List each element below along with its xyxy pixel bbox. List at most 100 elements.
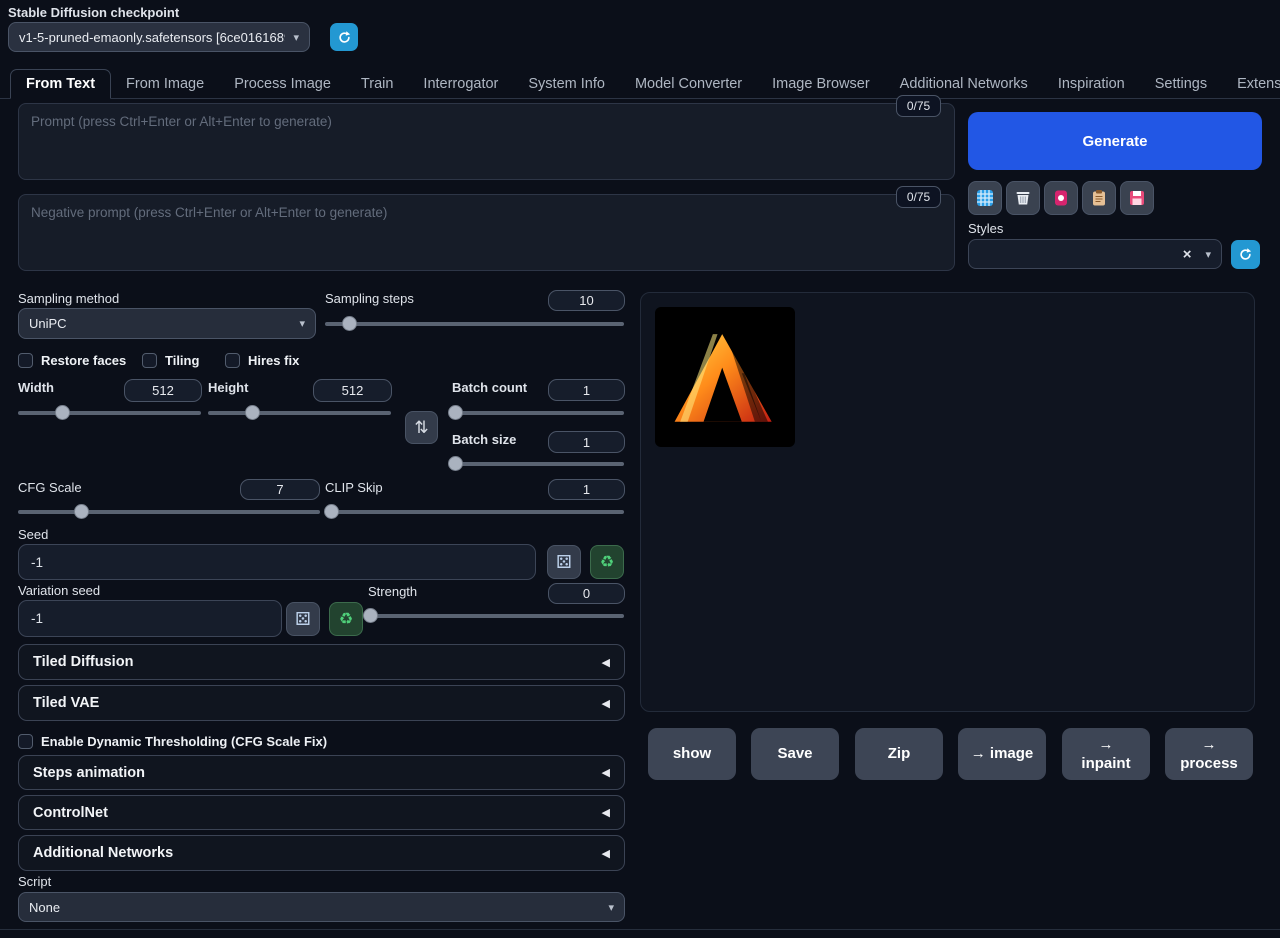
cfg-scale-value[interactable]: 7 <box>240 479 320 500</box>
accordion-title: Additional Networks <box>33 845 173 861</box>
style-apply-button[interactable] <box>1044 181 1078 215</box>
slider-track <box>208 411 391 415</box>
random-variation-seed-button[interactable]: ⚄ <box>286 602 320 636</box>
recycle-icon: ♻ <box>339 609 353 629</box>
reuse-seed-button[interactable]: ♻ <box>590 545 624 579</box>
extra-networks-button[interactable] <box>968 181 1002 215</box>
variation-seed-label: Variation seed <box>18 583 100 598</box>
script-select[interactable]: None ▾ <box>18 892 625 922</box>
generated-image-thumbnail[interactable] <box>655 307 795 447</box>
random-seed-button[interactable]: ⚄ <box>547 545 581 579</box>
restore-faces-checkbox[interactable]: Restore faces <box>18 353 126 368</box>
style-card-icon <box>1052 189 1070 207</box>
collapse-icon: ◀ <box>602 697 610 710</box>
sampling-steps-slider[interactable] <box>325 316 624 331</box>
steps-animation-accordion[interactable]: Steps animation ◀ <box>18 755 625 790</box>
strength-slider[interactable] <box>365 608 624 623</box>
batch-size-value[interactable]: 1 <box>548 431 625 453</box>
sampling-steps-value[interactable]: 10 <box>548 290 625 311</box>
clip-skip-value[interactable]: 1 <box>548 479 625 500</box>
paste-button[interactable] <box>1082 181 1116 215</box>
swap-dimensions-button[interactable]: ⇅ <box>405 411 438 444</box>
collapse-icon: ◀ <box>602 766 610 779</box>
styles-refresh-button[interactable] <box>1231 240 1260 269</box>
slider-handle[interactable] <box>324 504 339 519</box>
controlnet-accordion[interactable]: ControlNet ◀ <box>18 795 625 830</box>
slider-handle[interactable] <box>363 608 378 623</box>
cfg-scale-label: CFG Scale <box>18 480 82 495</box>
dynamic-thresholding-checkbox[interactable]: Enable Dynamic Thresholding (CFG Scale F… <box>18 734 327 749</box>
tab-from-text[interactable]: From Text <box>10 69 111 99</box>
batch-count-value[interactable]: 1 <box>548 379 625 401</box>
reuse-variation-seed-button[interactable]: ♻ <box>329 602 363 636</box>
send-to-inpaint-button[interactable]: → inpaint <box>1062 728 1150 780</box>
tab-extensions[interactable]: Extensions <box>1222 70 1280 98</box>
tiling-checkbox[interactable]: Tiling <box>142 353 199 368</box>
collapse-icon: ◀ <box>602 656 610 669</box>
clear-prompt-button[interactable] <box>1006 181 1040 215</box>
save-button[interactable]: Save <box>751 728 839 780</box>
slider-handle[interactable] <box>342 316 357 331</box>
show-button[interactable]: show <box>648 728 736 780</box>
sampling-method-select[interactable]: UniPC ▾ <box>18 308 316 339</box>
tab-interrogator[interactable]: Interrogator <box>408 70 513 98</box>
zip-button[interactable]: Zip <box>855 728 943 780</box>
batch-count-label: Batch count <box>452 380 527 395</box>
height-slider[interactable] <box>208 405 391 420</box>
tab-image-browser[interactable]: Image Browser <box>757 70 885 98</box>
tab-settings[interactable]: Settings <box>1140 70 1222 98</box>
tiled-diffusion-accordion[interactable]: Tiled Diffusion ◀ <box>18 644 625 680</box>
send-to-process-button[interactable]: → process <box>1165 728 1253 780</box>
checkbox-icon[interactable] <box>142 353 157 368</box>
tab-process-image[interactable]: Process Image <box>219 70 346 98</box>
checkbox-icon[interactable] <box>18 734 33 749</box>
tab-model-converter[interactable]: Model Converter <box>620 70 757 98</box>
tab-inspiration[interactable]: Inspiration <box>1043 70 1140 98</box>
save-style-button[interactable] <box>1120 181 1154 215</box>
clear-styles-icon[interactable]: × <box>1183 246 1192 263</box>
trash-icon <box>1014 189 1032 207</box>
slider-track <box>452 411 624 415</box>
chevron-down-icon: ▾ <box>293 31 299 44</box>
slider-handle[interactable] <box>448 405 463 420</box>
cfg-scale-slider[interactable] <box>18 504 320 519</box>
checkbox-icon[interactable] <box>18 353 33 368</box>
hires-fix-checkbox[interactable]: Hires fix <box>225 353 299 368</box>
strength-value[interactable]: 0 <box>548 583 625 604</box>
tab-from-image[interactable]: From Image <box>111 70 219 98</box>
tiling-label: Tiling <box>165 353 199 368</box>
negative-prompt-input[interactable] <box>18 194 955 271</box>
tab-system-info[interactable]: System Info <box>513 70 620 98</box>
variation-seed-input[interactable] <box>18 600 282 637</box>
slider-handle[interactable] <box>74 504 89 519</box>
slider-track <box>365 614 624 618</box>
slider-track <box>18 510 320 514</box>
clip-skip-slider[interactable] <box>325 504 624 519</box>
tab-train[interactable]: Train <box>346 70 409 98</box>
tiled-vae-accordion[interactable]: Tiled VAE ◀ <box>18 685 625 721</box>
slider-handle[interactable] <box>448 456 463 471</box>
generate-button[interactable]: Generate <box>968 112 1262 170</box>
additional-networks-accordion[interactable]: Additional Networks ◀ <box>18 835 625 871</box>
seed-input[interactable] <box>18 544 536 580</box>
slider-handle[interactable] <box>55 405 70 420</box>
styles-select[interactable]: × ▾ <box>968 239 1222 269</box>
tab-additional-networks[interactable]: Additional Networks <box>885 70 1043 98</box>
width-slider[interactable] <box>18 405 201 420</box>
negative-prompt-token-counter: 0/75 <box>896 186 941 208</box>
clip-skip-label: CLIP Skip <box>325 480 383 495</box>
batch-size-slider[interactable] <box>452 456 624 471</box>
height-value[interactable]: 512 <box>313 379 392 402</box>
chevron-down-icon: ▾ <box>608 901 614 914</box>
batch-count-slider[interactable] <box>452 405 624 420</box>
accordion-title: Tiled Diffusion <box>33 654 133 670</box>
prompt-input[interactable] <box>18 103 955 180</box>
send-to-image-button[interactable]: → image <box>958 728 1046 780</box>
checkbox-icon[interactable] <box>225 353 240 368</box>
width-value[interactable]: 512 <box>124 379 202 402</box>
slider-handle[interactable] <box>245 405 260 420</box>
checkpoint-refresh-button[interactable] <box>330 23 358 51</box>
slider-track <box>18 411 201 415</box>
checkpoint-select[interactable]: v1-5-pruned-emaonly.safetensors [6ce0161… <box>8 22 310 52</box>
dice-icon: ⚄ <box>556 552 572 573</box>
